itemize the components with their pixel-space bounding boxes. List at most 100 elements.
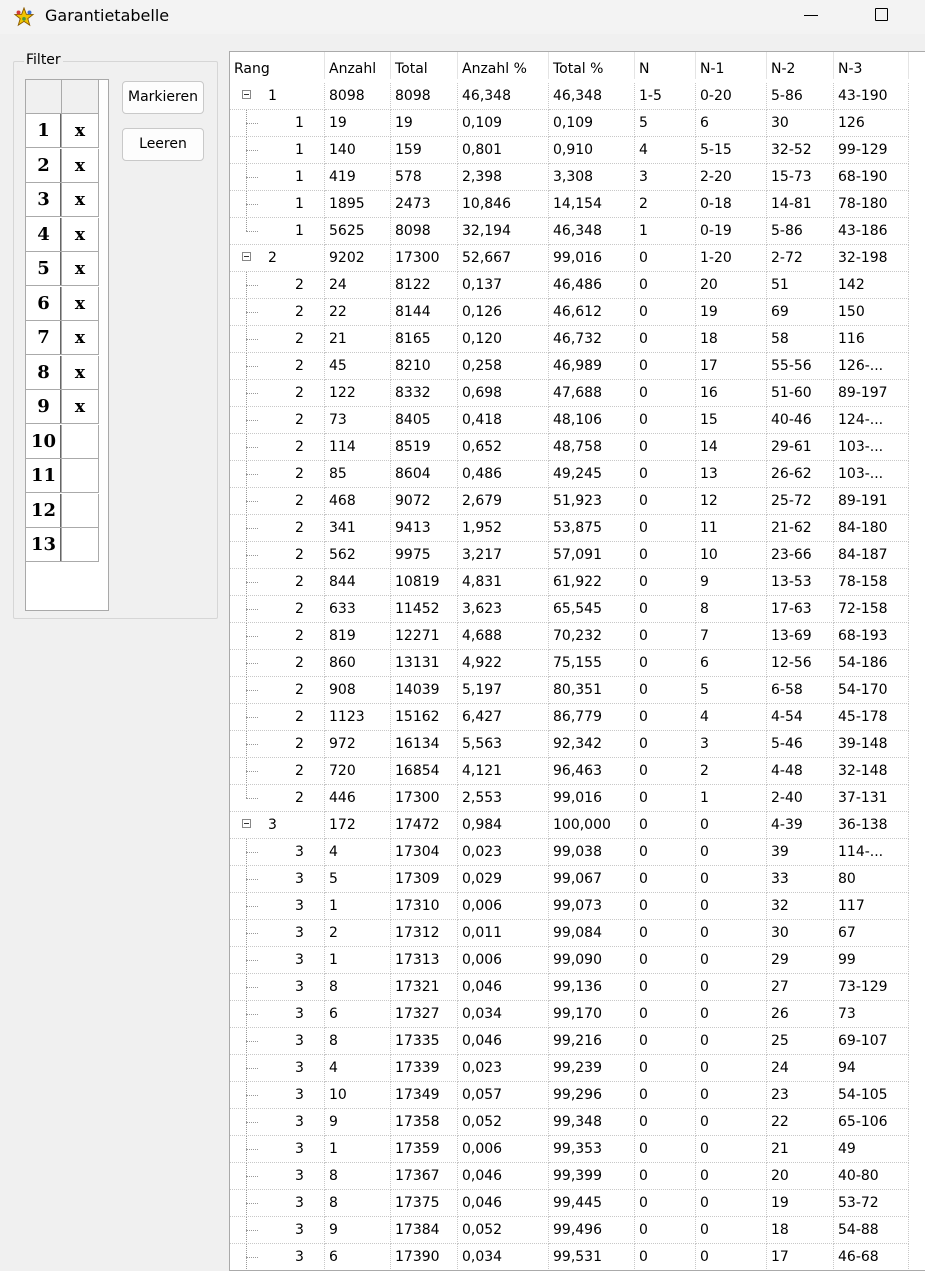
filter-row-mark[interactable]: x [62,355,99,390]
column-header-n[interactable]: N [635,52,696,79]
table-row[interactable]: 3 6 17327 0,034 99,170 0 0 26 73 [230,1001,925,1028]
table-row[interactable]: 3 4 17339 0,023 99,239 0 0 24 94 [230,1055,925,1082]
table-row[interactable]: 3 9 17358 0,052 99,348 0 0 22 65-106 [230,1109,925,1136]
table-row[interactable]: 3 1 17313 0,006 99,090 0 0 29 99 [230,947,925,974]
table-row[interactable]: 2 908 14039 5,197 80,351 0 5 6-58 54-170 [230,677,925,704]
filter-row[interactable]: 12 [26,493,99,528]
cell-anzahl-pct: 4,922 [458,650,549,677]
table-row[interactable]: 2 114 8519 0,652 48,758 0 14 29-61 103-... [230,434,925,461]
cell-rang: 3 [230,866,325,893]
clear-button[interactable]: Leeren [122,128,204,161]
cell-n2: 29-61 [767,434,834,461]
table-row[interactable]: 3 5 17309 0,029 99,067 0 0 33 80 [230,866,925,893]
table-row[interactable]: 2 341 9413 1,952 53,875 0 11 21-62 84-180 [230,515,925,542]
table-row[interactable]: 1 5625 8098 32,194 46,348 1 0-19 5-86 43-186 [230,218,925,245]
table-row[interactable]: 2 844 10819 4,831 61,922 0 9 13-53 78-158 [230,569,925,596]
filter-row[interactable]: 1x [26,114,99,148]
rang-value: 3 [295,1060,304,1076]
table-row[interactable]: 2 22 8144 0,126 46,612 0 19 69 150 [230,299,925,326]
group-row[interactable]: 1 8098 8098 46,348 46,348 1-5 0-20 5-86 43-190 [230,83,925,110]
filter-row-mark[interactable] [62,528,99,562]
cell-rang: 1 [230,83,325,110]
rang-value: 3 [295,1141,304,1157]
filter-row-mark[interactable] [62,459,99,493]
table-row[interactable]: 3 8 17335 0,046 99,216 0 0 25 69-107 [230,1028,925,1055]
mark-button[interactable]: Markieren [122,81,204,114]
filter-row[interactable]: 6x [26,286,99,321]
table-row[interactable]: 2 720 16854 4,121 96,463 0 2 4-48 32-148 [230,758,925,785]
filter-row-mark[interactable]: x [62,183,99,217]
filter-row-mark[interactable]: x [62,390,99,424]
table-row[interactable]: 1 1895 2473 10,846 14,154 2 0-18 14-81 78-180 [230,191,925,218]
cell-anzahl: 19 [325,110,391,137]
filter-row-mark[interactable]: x [62,114,99,148]
filter-row-mark[interactable]: x [62,148,99,183]
column-header-anzahl-pct[interactable]: Anzahl % [458,52,549,79]
cell-rang: 2 [230,272,325,299]
column-header-n3[interactable]: N-3 [834,52,909,79]
table-row[interactable]: 2 860 13131 4,922 75,155 0 6 12-56 54-186 [230,650,925,677]
filter-grid[interactable]: 1 x 2 x 3 x 4 x 5 x 6 x 7 x 8 x 9 x 10 11 12 13 [25,79,109,611]
collapse-icon[interactable] [242,90,251,99]
column-header-anzahl[interactable]: Anzahl [325,52,391,79]
table-row[interactable]: 2 819 12271 4,688 70,232 0 7 13-69 68-193 [230,623,925,650]
cell-n1: 2 [696,758,767,785]
table-row[interactable]: 2 633 11452 3,623 65,545 0 8 17-63 72-158 [230,596,925,623]
table-row[interactable]: 3 8 17375 0,046 99,445 0 0 19 53-72 [230,1190,925,1217]
minimize-button[interactable] [788,0,834,32]
collapse-icon[interactable] [242,819,251,828]
table-row[interactable]: 3 1 17310 0,006 99,073 0 0 32 117 [230,893,925,920]
guarantee-table[interactable]: Rang Anzahl Total Anzahl % Total % N N-1 N-2 N-3… [229,51,925,1271]
table-row[interactable]: 3 9 17384 0,052 99,496 0 0 18 54-88 [230,1217,925,1244]
table-row[interactable]: 2 21 8165 0,120 46,732 0 18 58 116 [230,326,925,353]
group-row[interactable]: 3 172 17472 0,984 100,000 0 0 4-39 36-138 [230,812,925,839]
table-row[interactable]: 3 10 17349 0,057 99,296 0 0 23 54-105 [230,1082,925,1109]
filter-row[interactable]: 13 [26,528,99,562]
table-row[interactable]: 2 972 16134 5,563 92,342 0 3 5-46 39-148 [230,731,925,758]
table-row[interactable]: 2 45 8210 0,258 46,989 0 17 55-56 126-... [230,353,925,380]
cell-n3: 54-170 [834,677,909,704]
table-row[interactable]: 2 85 8604 0,486 49,245 0 13 26-62 103-... [230,461,925,488]
group-row[interactable]: 2 9202 17300 52,667 99,016 0 1-20 2-72 32-198 [230,245,925,272]
collapse-icon[interactable] [242,252,251,261]
table-row[interactable]: 2 1123 15162 6,427 86,779 0 4 4-54 45-178 [230,704,925,731]
table-row[interactable]: 2 73 8405 0,418 48,106 0 15 40-46 124-... [230,407,925,434]
filter-row[interactable]: 7x [26,321,99,355]
filter-row-mark[interactable]: x [62,286,99,321]
filter-row-mark[interactable]: x [62,252,99,286]
table-row[interactable]: 1 19 19 0,109 0,109 5 6 30 126 [230,110,925,137]
column-header-total[interactable]: Total [391,52,458,79]
filter-row-mark[interactable] [62,424,99,459]
table-row[interactable]: 3 8 17367 0,046 99,399 0 0 20 40-80 [230,1163,925,1190]
table-row[interactable]: 2 122 8332 0,698 47,688 0 16 51-60 89-197 [230,380,925,407]
table-row[interactable]: 2 468 9072 2,679 51,923 0 12 25-72 89-191 [230,488,925,515]
tree-connector [246,596,247,622]
filter-row-mark[interactable]: x [62,217,99,252]
table-row[interactable]: 3 8 17321 0,046 99,136 0 0 27 73-129 [230,974,925,1001]
filter-row[interactable]: 8x [26,355,99,390]
cell-n1: 10 [696,542,767,569]
tree-connector [246,1028,247,1054]
table-row[interactable]: 1 140 159 0,801 0,910 4 5-15 32-52 99-129 [230,137,925,164]
filter-row-mark[interactable]: x [62,321,99,355]
column-header-rang[interactable]: Rang [230,52,325,79]
filter-row[interactable]: 3x [26,183,99,217]
filter-row[interactable]: 11 [26,459,99,493]
filter-row[interactable]: 10 [26,424,99,459]
filter-row[interactable]: 5x [26,252,99,286]
table-row[interactable]: 2 24 8122 0,137 46,486 0 20 51 142 [230,272,925,299]
column-header-n2[interactable]: N-2 [767,52,834,79]
table-row[interactable]: 3 2 17312 0,011 99,084 0 0 30 67 [230,920,925,947]
maximize-button[interactable] [858,0,904,32]
filter-row[interactable]: 2x [26,148,99,183]
filter-row[interactable]: 9x [26,390,99,424]
table-row[interactable]: 2 446 17300 2,553 99,016 0 1 2-40 37-131 [230,785,925,812]
table-row[interactable]: 3 4 17304 0,023 99,038 0 0 39 114-... [230,839,925,866]
column-header-n1[interactable]: N-1 [696,52,767,79]
filter-row[interactable]: 4x [26,217,99,252]
table-row[interactable]: 3 1 17359 0,006 99,353 0 0 21 49 [230,1136,925,1163]
table-row[interactable]: 2 562 9975 3,217 57,091 0 10 23-66 84-187 [230,542,925,569]
table-row[interactable]: 1 419 578 2,398 3,308 3 2-20 15-73 68-190 [230,164,925,191]
filter-row-mark[interactable] [62,493,99,528]
column-header-total-pct[interactable]: Total % [549,52,635,79]
